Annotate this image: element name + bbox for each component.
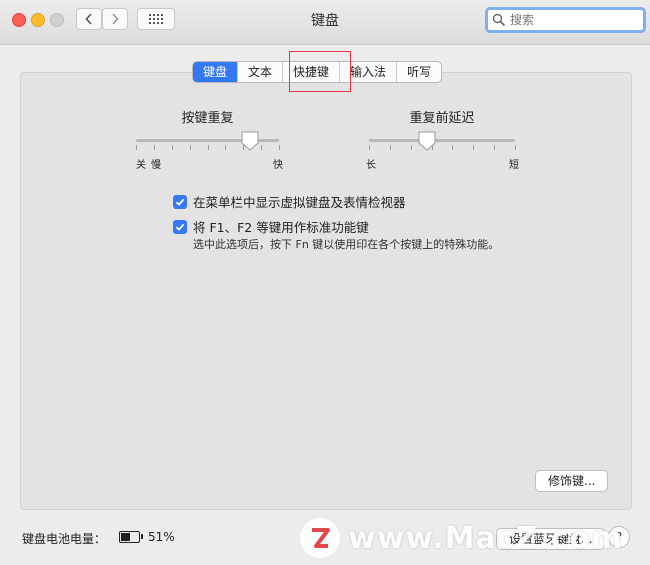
slider-tick xyxy=(261,145,263,150)
slider-tick xyxy=(153,145,155,150)
tab-bar: 键盘 文本 快捷键 输入法 听写 xyxy=(192,61,443,83)
slider-tick xyxy=(279,145,280,150)
show-viewer-checkbox[interactable] xyxy=(173,194,187,209)
key-repeat-off-label: 关 xyxy=(136,160,146,171)
slider-tick xyxy=(515,145,516,150)
battery-cap xyxy=(141,534,143,539)
slider-tick xyxy=(189,145,191,150)
tab-dictation[interactable]: 听写 xyxy=(396,62,441,82)
search-icon xyxy=(492,13,506,27)
fn-keys-option[interactable]: 将 F1、F2 等键用作标准功能键 xyxy=(173,217,369,236)
tab-keyboard[interactable]: 键盘 xyxy=(193,62,238,82)
title-bar: 键盘 xyxy=(0,0,650,45)
tab-text[interactable]: 文本 xyxy=(237,62,282,82)
slider-tick xyxy=(136,145,137,150)
fn-keys-checkbox[interactable] xyxy=(173,219,187,234)
search-field[interactable] xyxy=(485,7,646,33)
tab-input-sources[interactable]: 输入法 xyxy=(339,62,396,82)
key-repeat-slow-label: 慢 xyxy=(151,160,161,171)
slider-tick xyxy=(207,145,209,150)
show-viewer-label: 在菜单栏中显示虚拟键盘及表情检视器 xyxy=(193,195,406,210)
battery-percent: 51% xyxy=(148,530,175,544)
fn-keys-label: 将 F1、F2 等键用作标准功能键 xyxy=(193,220,369,235)
slider-tick xyxy=(369,145,370,150)
slider-tick xyxy=(389,145,391,150)
search-input[interactable] xyxy=(506,13,630,27)
repeat-delay-short-label: 短 xyxy=(509,160,519,171)
key-repeat-label: 按键重复 xyxy=(181,111,234,126)
content-panel xyxy=(20,72,632,510)
slider-tick xyxy=(225,145,227,150)
checkmark-icon xyxy=(175,223,185,231)
slider-tick xyxy=(473,145,475,150)
watermark-text: www.MacZ.com xyxy=(348,520,624,556)
repeat-delay-label: 重复前延迟 xyxy=(409,111,475,126)
fn-keys-hint: 选中此选项后，按下 Fn 键以使用印在各个按键上的特殊功能。 xyxy=(193,238,500,251)
battery-icon xyxy=(119,531,140,543)
battery-fill xyxy=(121,533,130,541)
slider-tick xyxy=(410,145,412,150)
watermark-logo-icon xyxy=(300,518,340,558)
key-repeat-fast-label: 快 xyxy=(273,160,283,171)
show-viewer-option[interactable]: 在菜单栏中显示虚拟键盘及表情检视器 xyxy=(173,192,406,211)
key-repeat-thumb[interactable] xyxy=(241,131,259,151)
slider-tick xyxy=(452,145,454,150)
watermark: www.MacZ.com xyxy=(300,518,623,558)
repeat-delay-long-label: 长 xyxy=(366,160,376,171)
repeat-delay-track[interactable] xyxy=(369,139,515,142)
modifier-keys-button[interactable]: 修饰键... xyxy=(535,470,609,492)
tab-shortcuts[interactable]: 快捷键 xyxy=(282,62,339,82)
checkmark-icon xyxy=(175,198,185,206)
battery-level-label: 键盘电池电量： xyxy=(22,532,107,546)
slider-tick xyxy=(171,145,173,150)
slider-tick xyxy=(494,145,496,150)
repeat-delay-thumb[interactable] xyxy=(418,131,436,151)
